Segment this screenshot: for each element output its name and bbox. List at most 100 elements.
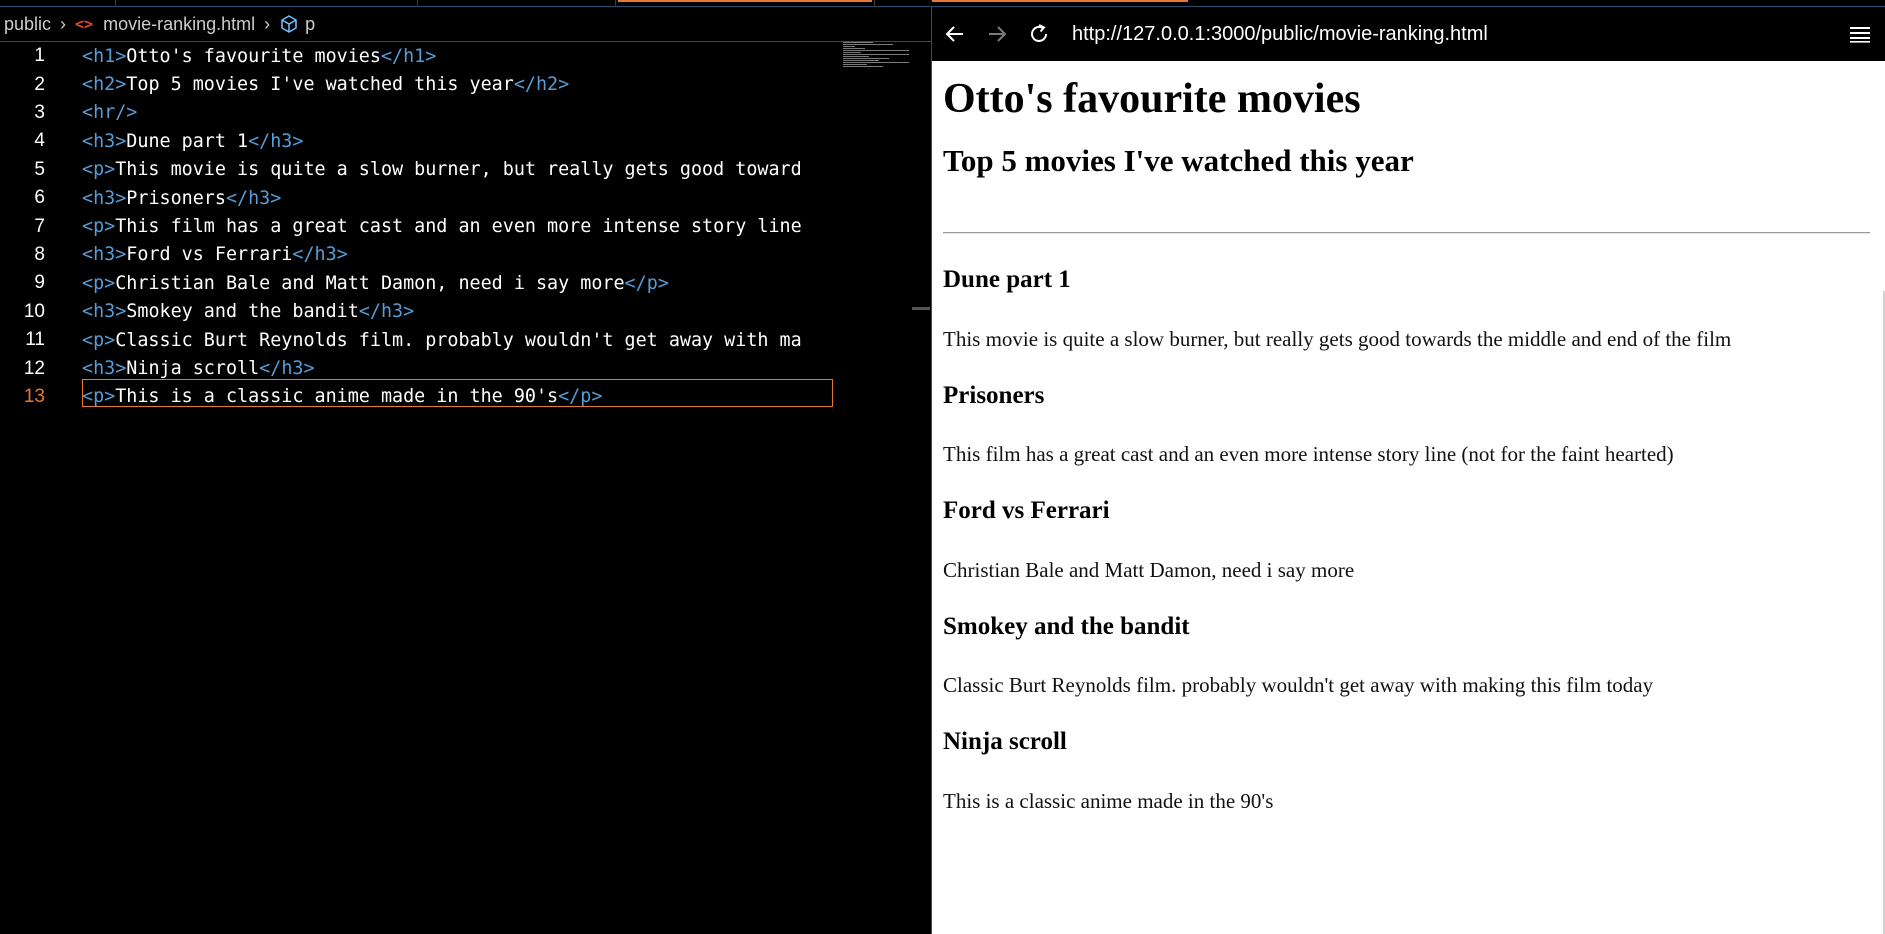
code-text[interactable]: <p>This film has a great cast and an eve… (82, 216, 834, 237)
reload-icon (1031, 24, 1047, 42)
code-line[interactable]: 13 <p>This is a classic anime made in the… (0, 383, 931, 411)
line-number: 6 (34, 187, 45, 209)
code-text[interactable]: <h2>Top 5 movies I've watched this year<… (82, 74, 834, 95)
movie-description: This is a classic anime made in the 90's (943, 789, 1274, 813)
movie-title: Ninja scroll (943, 728, 1067, 755)
page-heading: Otto's favourite movies (943, 76, 1361, 122)
back-button[interactable] (936, 15, 974, 53)
code-line[interactable]: 8 <h3>Ford vs Ferrari</h3> (0, 241, 931, 269)
horizontal-rule (943, 232, 1870, 234)
code-text[interactable]: <p>Christian Bale and Matt Damon, need i… (82, 273, 834, 294)
code-text[interactable]: <h3>Smokey and the bandit</h3> (82, 301, 834, 322)
open-tag: <h3> (82, 187, 127, 209)
close-tag: </p> (624, 272, 669, 294)
code-text[interactable]: <h1>Otto's favourite movies</h1> (82, 46, 834, 67)
line-number: 13 (23, 385, 45, 407)
arrow-left-icon (945, 26, 963, 42)
tab-strip (0, 0, 1885, 7)
code-line[interactable]: 11 <p>Classic Burt Reynolds film. probabl… (0, 326, 931, 354)
close-tag: </p> (558, 386, 603, 408)
code-lines[interactable]: 1 <h1>Otto's favourite movies</h1> 2 <h2>To… (0, 42, 931, 934)
close-tag: </h1> (380, 45, 437, 67)
code-line[interactable]: 6 <h3>Prisoners</h3> (0, 184, 931, 212)
open-tag: <p> (82, 159, 116, 181)
line-number: 7 (34, 215, 45, 237)
movie-title: Ford vs Ferrari (943, 497, 1110, 524)
active-tab-indicator[interactable] (932, 0, 1188, 2)
tag-content: This movie is quite a slow burner, but r… (115, 159, 802, 181)
tag-content: Top 5 movies I've watched this year (126, 74, 514, 96)
reload-button[interactable] (1020, 15, 1058, 53)
code-line[interactable]: 5 <p>This movie is quite a slow burner, b… (0, 156, 931, 184)
movie-description: Classic Burt Reynolds film. probably wou… (943, 673, 1654, 697)
open-tag: <p> (82, 329, 116, 351)
code-line[interactable]: 4 <h3>Dune part 1</h3> (0, 127, 931, 155)
code-line[interactable]: 3 <hr/> (0, 99, 931, 127)
breadcrumb: public › <> movie-ranking.html › p (0, 7, 931, 41)
line-number: 5 (34, 158, 45, 180)
arrow-right-icon (989, 26, 1007, 42)
movie-description: Christian Bale and Matt Damon, need i sa… (943, 558, 1355, 582)
open-tag: <hr/> (82, 102, 138, 124)
symbol-cube-icon (281, 15, 297, 33)
tag-content: Christian Bale and Matt Damon, need i sa… (115, 272, 625, 294)
code-text[interactable]: <p>This movie is quite a slow burner, bu… (82, 159, 834, 180)
movie-description: This movie is quite a slow burner, but r… (943, 327, 1732, 351)
open-tag: <h3> (82, 244, 127, 266)
browser-preview: http://127.0.0.1:3000/public/movie-ranki… (932, 7, 1885, 934)
breadcrumb-symbol[interactable]: p (305, 14, 315, 35)
close-tag: </h3> (358, 301, 415, 323)
app-window: public › <> movie-ranking.html › p 1 <h1>… (0, 0, 1885, 934)
tag-content: Ford vs Ferrari (126, 244, 293, 266)
tag-content: Dune part 1 (126, 130, 249, 152)
code-text[interactable]: <h3>Prisoners</h3> (82, 188, 834, 209)
active-tab-indicator[interactable] (618, 0, 872, 2)
line-number: 3 (34, 101, 45, 123)
vertical-scrollbar[interactable] (910, 42, 930, 934)
tab-separator (115, 0, 116, 7)
forward-button[interactable] (978, 15, 1016, 53)
minimap[interactable] (843, 42, 910, 72)
code-line[interactable]: 12 <h3>Ninja scroll</h3> (0, 354, 931, 382)
line-number: 10 (23, 300, 45, 322)
code-line[interactable]: 9 <p>Christian Bale and Matt Damon, need … (0, 269, 931, 297)
tag-content: This is a classic anime made in the 90's (115, 386, 559, 408)
open-tag: <p> (82, 272, 116, 294)
code-text[interactable]: <h3>Ford vs Ferrari</h3> (82, 244, 834, 265)
close-tag: </h3> (225, 187, 282, 209)
code-line[interactable]: 7 <p>This film has a great cast and an ev… (0, 212, 931, 240)
menu-button[interactable] (1845, 19, 1875, 49)
line-number: 11 (25, 329, 45, 351)
movie-description: This film has a great cast and an even m… (943, 442, 1674, 466)
open-tag: <p> (82, 386, 116, 408)
close-tag: </h2> (513, 74, 570, 96)
open-tag: <h3> (82, 358, 127, 380)
tag-content: Smokey and the bandit (126, 301, 359, 323)
code-text[interactable]: <h3>Dune part 1</h3> (82, 131, 834, 152)
line-number: 9 (34, 272, 45, 294)
address-bar[interactable]: http://127.0.0.1:3000/public/movie-ranki… (1072, 23, 1488, 46)
movie-title: Smokey and the bandit (943, 613, 1190, 640)
code-line[interactable]: 2 <h2>Top 5 movies I've watched this year… (0, 70, 931, 98)
code-line[interactable]: 1 <h1>Otto's favourite movies</h1> (0, 42, 931, 70)
tag-content: Classic Burt Reynolds film. probably wou… (115, 329, 802, 351)
close-tag: </h3> (259, 358, 315, 380)
hamburger-menu-icon (1850, 27, 1870, 43)
chevron-right-icon: › (264, 13, 271, 34)
line-number: 1 (34, 45, 45, 67)
html-file-icon: <> (75, 15, 94, 33)
code-text[interactable]: <hr/> (82, 102, 834, 123)
line-number: 8 (34, 243, 45, 265)
close-tag: </h3> (292, 244, 348, 266)
code-editor[interactable]: public › <> movie-ranking.html › p 1 <h1>… (0, 7, 931, 934)
rendered-page: Otto's favourite movies Top 5 movies I'v… (932, 61, 1885, 934)
breadcrumb-folder[interactable]: public (4, 14, 51, 35)
code-line[interactable]: 10 <h3>Smokey and the bandit</h3> (0, 298, 931, 326)
open-tag: <h1> (82, 45, 127, 67)
code-text[interactable]: <h3>Ninja scroll</h3> (82, 358, 834, 379)
code-text[interactable]: <p>This is a classic anime made in the 9… (82, 386, 834, 407)
code-text[interactable]: <p>Classic Burt Reynolds film. probably … (82, 330, 834, 351)
line-number: 4 (34, 130, 45, 152)
breadcrumb-file[interactable]: movie-ranking.html (103, 14, 255, 35)
page-subheading: Top 5 movies I've watched this year (943, 143, 1414, 178)
